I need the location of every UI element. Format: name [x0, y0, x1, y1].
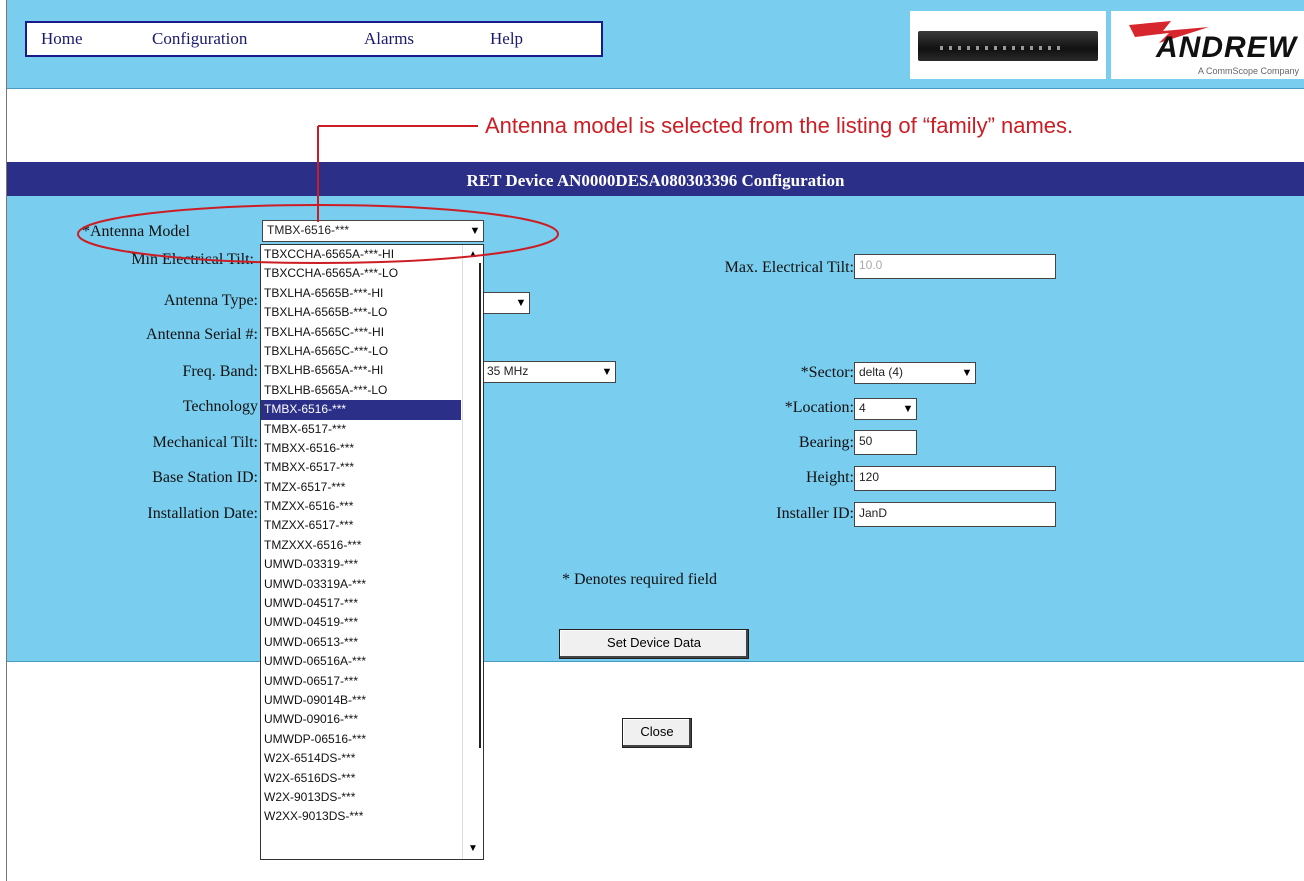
- dropdown-option[interactable]: TBXLHA-6565B-***-LO: [261, 303, 461, 322]
- min-tilt-label: Min Electrical Tilt:: [131, 251, 254, 268]
- technology-label: Technology: [182, 398, 258, 415]
- nav-configuration-link[interactable]: Configuration: [152, 29, 247, 49]
- dropdown-options: TBXCCHA-6565A-***-HI TBXCCHA-6565A-***-LO…: [261, 245, 483, 827]
- sector-value: delta (4): [859, 365, 904, 379]
- page-title: RET Device AN0000DESA080303396 Configura…: [466, 171, 845, 190]
- install-date-label: Installation Date:: [147, 505, 258, 522]
- set-device-data-button[interactable]: Set Device Data: [559, 629, 749, 659]
- height-label: Height:: [806, 469, 854, 486]
- dropdown-option[interactable]: UMWD-04519-***: [261, 613, 461, 632]
- dropdown-option[interactable]: W2X-6514DS-***: [261, 749, 461, 768]
- dropdown-option[interactable]: TBXLHA-6565C-***-HI: [261, 323, 461, 342]
- dropdown-option[interactable]: UMWD-03319A-***: [261, 575, 461, 594]
- dropdown-option[interactable]: UMWD-09014B-***: [261, 691, 461, 710]
- dropdown-option[interactable]: TMZXX-6516-***: [261, 497, 461, 516]
- dropdown-option[interactable]: TBXLHB-6565A-***-LO: [261, 381, 461, 400]
- dropdown-option[interactable]: TBXLHA-6565B-***-HI: [261, 284, 461, 303]
- antenna-model-select[interactable]: TMBX-6516-*** ▼: [262, 220, 484, 242]
- page-title-band: RET Device AN0000DESA080303396 Configura…: [7, 160, 1304, 198]
- location-value: 4: [859, 401, 866, 415]
- mechanical-tilt-label: Mechanical Tilt:: [152, 434, 258, 451]
- dropdown-option[interactable]: UMWD-06513-***: [261, 633, 461, 652]
- dropdown-scrollbar[interactable]: ▲ ▼: [462, 245, 483, 859]
- dropdown-option[interactable]: UMWD-04517-***: [261, 594, 461, 613]
- chevron-down-icon[interactable]: ▼: [601, 364, 613, 380]
- freq-band-label: Freq. Band:: [182, 363, 258, 380]
- nav-alarms-link[interactable]: Alarms: [364, 29, 414, 49]
- dropdown-option[interactable]: TMBXX-6516-***: [261, 439, 461, 458]
- top-banner: Home Configuration Alarms Help ANDREW A …: [7, 0, 1304, 89]
- andrew-logo: ANDREW A CommScope Company: [1111, 11, 1304, 79]
- dropdown-option[interactable]: TBXCCHA-6565A-***-HI: [261, 245, 461, 264]
- dropdown-option[interactable]: TMZXX-6517-***: [261, 516, 461, 535]
- dropdown-option[interactable]: TMBX-6516-***: [261, 400, 461, 420]
- required-note: * Denotes required field: [562, 571, 718, 588]
- chevron-down-icon[interactable]: ▼: [469, 223, 481, 239]
- bearing-field[interactable]: 50: [854, 430, 917, 455]
- dropdown-option[interactable]: W2X-9013DS-***: [261, 788, 461, 807]
- chevron-down-icon[interactable]: ▼: [515, 295, 527, 311]
- dropdown-option[interactable]: UMWDP-06516-***: [261, 730, 461, 749]
- dropdown-option[interactable]: UMWD-06517-***: [261, 672, 461, 691]
- dropdown-option[interactable]: UMWD-06516A-***: [261, 652, 461, 671]
- installer-label: Installer ID:: [776, 505, 854, 522]
- dropdown-option[interactable]: TMZXXX-6516-***: [261, 536, 461, 555]
- max-tilt-label: Max. Electrical Tilt:: [724, 259, 854, 276]
- height-field[interactable]: 120: [854, 466, 1056, 491]
- antenna-model-dropdown[interactable]: TBXCCHA-6565A-***-HI TBXCCHA-6565A-***-LO…: [260, 244, 484, 860]
- close-button[interactable]: Close: [622, 718, 692, 748]
- dropdown-option[interactable]: TBXLHA-6565C-***-LO: [261, 342, 461, 361]
- chevron-down-icon[interactable]: ▼: [902, 401, 914, 417]
- dropdown-option[interactable]: TMBXX-6517-***: [261, 458, 461, 477]
- freq-band-select[interactable]: 35 MHz ▼: [470, 361, 616, 383]
- antenna-serial-label: Antenna Serial #:: [146, 326, 258, 343]
- antenna-type-label: Antenna Type:: [163, 292, 258, 309]
- device-image: [910, 11, 1106, 79]
- max-tilt-field[interactable]: 10.0: [854, 254, 1056, 279]
- nav-menu: Home Configuration Alarms Help: [25, 21, 603, 57]
- dropdown-option[interactable]: TMZX-6517-***: [261, 478, 461, 497]
- brand-tagline: A CommScope Company: [1197, 66, 1299, 76]
- scroll-up-icon[interactable]: ▲: [465, 247, 481, 263]
- nav-help-link[interactable]: Help: [490, 29, 523, 49]
- antenna-model-label: *Antenna Model: [82, 223, 190, 240]
- scroll-thumb[interactable]: [465, 263, 481, 748]
- location-select[interactable]: 4 ▼: [854, 398, 917, 420]
- sector-select[interactable]: delta (4) ▼: [854, 362, 976, 384]
- bearing-label: Bearing:: [798, 434, 854, 451]
- dropdown-option[interactable]: TMBX-6517-***: [261, 420, 461, 439]
- nav-home-link[interactable]: Home: [41, 29, 83, 49]
- brand-name: ANDREW: [1156, 31, 1297, 64]
- chevron-down-icon[interactable]: ▼: [961, 365, 973, 381]
- dropdown-option[interactable]: TBXLHB-6565A-***-HI: [261, 361, 461, 380]
- dropdown-option[interactable]: W2XX-9013DS-***: [261, 807, 461, 826]
- dropdown-option[interactable]: UMWD-03319-***: [261, 555, 461, 574]
- dropdown-option[interactable]: TBXCCHA-6565A-***-LO: [261, 264, 461, 283]
- dropdown-option[interactable]: UMWD-09016-***: [261, 710, 461, 729]
- dropdown-option[interactable]: W2X-6516DS-***: [261, 769, 461, 788]
- sector-label: *Sector:: [800, 364, 854, 381]
- antenna-model-value: TMBX-6516-***: [267, 223, 350, 237]
- scroll-down-icon[interactable]: ▼: [465, 841, 481, 857]
- annotation-callout: Antenna model is selected from the listi…: [485, 113, 1074, 138]
- location-label: *Location:: [784, 399, 854, 416]
- base-station-label: Base Station ID:: [152, 469, 258, 486]
- installer-field[interactable]: JanD: [854, 502, 1056, 527]
